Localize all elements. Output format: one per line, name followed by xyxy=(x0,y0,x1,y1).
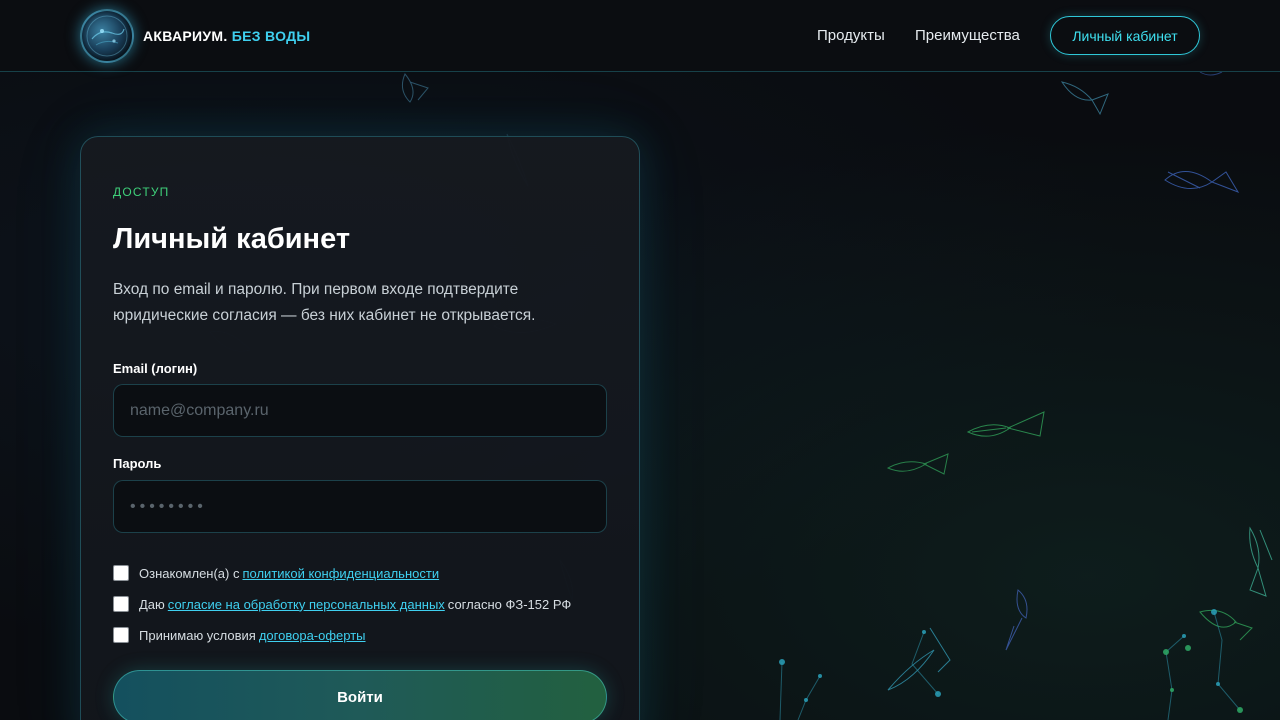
consent-text-after: согласно ФЗ-152 РФ xyxy=(447,596,572,612)
fish-outline-icon xyxy=(1199,71,1223,76)
consent-privacy-checkbox[interactable] xyxy=(113,565,129,581)
fish-outline-icon xyxy=(966,411,1045,437)
logo-glyph xyxy=(86,15,128,57)
email-label: Email (логин) xyxy=(113,361,198,376)
page-title: Личный кабинет xyxy=(113,223,351,255)
offer-contract-link[interactable]: договора-оферты xyxy=(259,628,366,643)
constellation-decor xyxy=(779,611,1241,720)
brand-main: АКВАРИУМ. xyxy=(143,28,228,44)
consent-text: Принимаю условия xyxy=(139,627,256,643)
nav-link-products[interactable]: Продукты xyxy=(817,27,885,44)
page: АКВАРИУМ. БЕЗ ВОДЫ Продукты Преимущества… xyxy=(0,0,1280,720)
consent-personal-data-checkbox[interactable] xyxy=(113,596,129,612)
password-field[interactable] xyxy=(113,480,607,533)
fish-outline-icon xyxy=(887,627,951,691)
consent-personal-data-row: Даю согласие на обработку персональных д… xyxy=(113,595,571,613)
nav-link-benefits[interactable]: Преимущества xyxy=(915,27,1020,44)
fish-outline-icon xyxy=(1164,171,1240,193)
email-field[interactable] xyxy=(113,384,607,437)
fish-outline-icon xyxy=(401,73,429,103)
aquarium-globe-logo[interactable] xyxy=(80,9,134,63)
brand-name[interactable]: АКВАРИУМ. БЕЗ ВОДЫ xyxy=(143,28,310,44)
fish-outline-icon xyxy=(1060,81,1109,116)
consent-offer-row: Принимаю условия договора-оферты xyxy=(113,626,369,644)
fish-outline-icon xyxy=(1005,589,1028,651)
nav-cabinet-button[interactable]: Личный кабинет xyxy=(1050,16,1200,55)
password-label: Пароль xyxy=(113,456,162,471)
consent-offer-checkbox[interactable] xyxy=(113,627,129,643)
fish-outline-icon xyxy=(1199,609,1253,641)
consent-privacy-row: Ознакомлен(а) с политикой конфиденциальн… xyxy=(113,564,442,582)
privacy-policy-link[interactable]: политикой конфиденциальности xyxy=(242,566,439,581)
fish-outline-icon xyxy=(1249,526,1273,597)
login-submit-button[interactable]: Войти xyxy=(113,670,607,720)
top-navbar: АКВАРИУМ. БЕЗ ВОДЫ Продукты Преимущества… xyxy=(0,0,1280,72)
section-eyebrow: ДОСТУП xyxy=(113,185,170,199)
consent-text: Ознакомлен(а) с xyxy=(139,565,240,581)
brand-accent: БЕЗ ВОДЫ xyxy=(231,28,311,44)
personal-data-consent-link[interactable]: согласие на обработку персональных данны… xyxy=(168,597,445,612)
fish-outline-icon xyxy=(886,453,949,475)
login-card: ДОСТУП Личный кабинет Вход по email и па… xyxy=(80,136,640,720)
intro-text: Вход по email и паролю. При первом входе… xyxy=(113,281,536,324)
consent-text: Даю xyxy=(139,596,165,612)
